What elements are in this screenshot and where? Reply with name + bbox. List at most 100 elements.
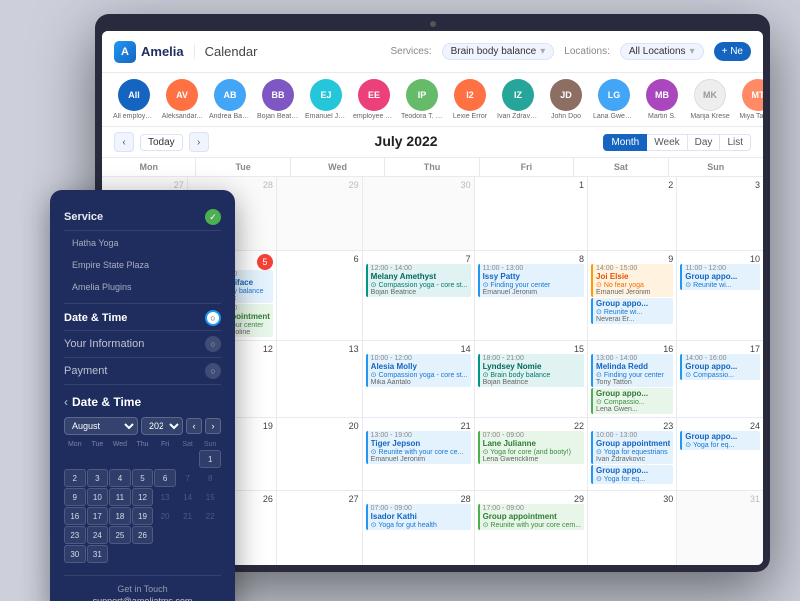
cal-day-26[interactable]: 26 bbox=[132, 526, 154, 544]
cal-cell: 2 bbox=[588, 177, 677, 251]
calendar-month-title: July 2022 bbox=[375, 133, 438, 149]
booking-widget: Service ✓ Hatha Yoga Empire State Plaza … bbox=[50, 190, 235, 601]
cal-day-12[interactable]: 12 bbox=[132, 488, 154, 506]
cal-day-2[interactable]: 2 bbox=[64, 469, 86, 487]
prev-cal-button[interactable]: ‹ bbox=[186, 418, 202, 434]
year-select[interactable]: 2021 bbox=[141, 417, 183, 435]
next-month-button[interactable]: › bbox=[189, 132, 209, 152]
cal-event[interactable]: 18:00 - 21:00 Lyndsey Nomie ⊙ Brain body… bbox=[478, 354, 584, 387]
cal-cell[interactable]: 14 10:00 - 12:00 Alesia Molly ⊙ Compassi… bbox=[363, 341, 475, 418]
new-button[interactable]: + Ne bbox=[714, 42, 751, 61]
employee-item[interactable]: IP Teodora T. Emily Eme bbox=[402, 79, 442, 120]
app-header: A Amelia Calendar Services: Brain body b… bbox=[102, 31, 763, 73]
employee-item[interactable]: MB Martin S. bbox=[642, 79, 682, 120]
employee-item[interactable]: IZ Ivan Zdravk... bbox=[498, 79, 538, 120]
mini-calendar: Mon Tue Wed Thu Fri Sat Sun 1 2 3 bbox=[64, 441, 221, 563]
services-filter[interactable]: Brain body balance ▾ bbox=[442, 43, 555, 60]
cal-day-19[interactable]: 19 bbox=[132, 507, 154, 525]
cal-event[interactable]: 13:00 - 14:00 Melinda Redd ⊙ Finding you… bbox=[591, 354, 673, 387]
cal-day-3[interactable]: 3 bbox=[87, 469, 109, 487]
employee-item[interactable]: AV Aleksandar... bbox=[162, 79, 202, 120]
cal-cell[interactable]: 15 18:00 - 21:00 Lyndsey Nomie ⊙ Brain b… bbox=[475, 341, 588, 418]
cal-day-5[interactable]: 5 bbox=[132, 469, 154, 487]
cal-cell[interactable]: 10 11:00 - 12:00 Group appo... ⊙ Reunite… bbox=[677, 251, 763, 341]
cal-cell[interactable]: 28 07:00 - 09:00 Isador Kathi ⊙ Yoga for… bbox=[363, 491, 475, 565]
employee-item[interactable]: AB Andrea Barber bbox=[210, 79, 250, 120]
employee-row: All All employees AV Aleksandar... AB An… bbox=[102, 73, 763, 127]
cal-day-23[interactable]: 23 bbox=[64, 526, 86, 544]
month-select[interactable]: August bbox=[64, 417, 138, 435]
day-header: Wed bbox=[291, 158, 385, 176]
support-email[interactable]: support@ameliatms.com bbox=[64, 596, 221, 601]
cal-event[interactable]: 14:00 - 15:00 Joi Elsie ⊙ No fear yoga E… bbox=[591, 264, 673, 297]
prev-month-widget-button[interactable]: ‹ bbox=[64, 395, 68, 409]
week-view-button[interactable]: Week bbox=[647, 134, 687, 151]
cal-cell: 6 bbox=[277, 251, 363, 341]
cal-cell[interactable]: 24 Group appo... ⊙ Yoga for eq... bbox=[677, 418, 763, 492]
cal-cell[interactable]: 9 14:00 - 15:00 Joi Elsie ⊙ No fear yoga… bbox=[588, 251, 677, 341]
cal-event[interactable]: Group appo... ⊙ Yoga for eq... bbox=[680, 431, 760, 450]
cal-cell[interactable]: 22 07:00 - 09:00 Lane Julianne ⊙ Yoga fo… bbox=[475, 418, 588, 492]
step-payment[interactable]: Payment ○ bbox=[64, 358, 221, 385]
cal-day-25[interactable]: 25 bbox=[109, 526, 131, 544]
cal-cell[interactable]: 29 17:00 - 09:00 Group appointment ⊙ Reu… bbox=[475, 491, 588, 565]
employee-item[interactable]: EE employee e... bbox=[354, 79, 394, 120]
cal-cell[interactable]: 16 13:00 - 14:00 Melinda Redd ⊙ Finding … bbox=[588, 341, 677, 418]
cal-cell[interactable]: 7 12:00 - 14:00 Melany Amethyst ⊙ Compas… bbox=[363, 251, 475, 341]
employee-item[interactable]: All All employees bbox=[114, 79, 154, 120]
cal-day-16[interactable]: 16 bbox=[64, 507, 86, 525]
cal-event[interactable]: 17:00 - 09:00 Group appointment ⊙ Reunit… bbox=[478, 504, 584, 530]
cal-event[interactable]: 07:00 - 09:00 Isador Kathi ⊙ Yoga for gu… bbox=[366, 504, 471, 530]
month-view-button[interactable]: Month bbox=[603, 134, 647, 151]
cal-day-24[interactable]: 24 bbox=[87, 526, 109, 544]
cal-day-4[interactable]: 4 bbox=[109, 469, 131, 487]
cal-event[interactable]: Group appo... ⊙ Reunite wi... Neverai Er… bbox=[591, 298, 673, 324]
employee-item[interactable]: EJ Emanuel Jer... bbox=[306, 79, 346, 120]
cal-cell[interactable]: 23 10:00 - 13:00 Group appointment ⊙ Yog… bbox=[588, 418, 677, 492]
cal-day-31[interactable]: 31 bbox=[87, 545, 109, 563]
cal-event[interactable]: 07:00 - 09:00 Lane Julianne ⊙ Yoga for c… bbox=[478, 431, 584, 464]
step-amelia-plugins: Amelia Plugins bbox=[64, 275, 221, 304]
step-datetime[interactable]: Date & Time ○ bbox=[64, 304, 221, 331]
cal-event[interactable]: 10:00 - 12:00 Alesia Molly ⊙ Compassion … bbox=[366, 354, 471, 387]
list-view-button[interactable]: List bbox=[720, 134, 751, 151]
employee-item[interactable]: LG Lana Gwem... bbox=[594, 79, 634, 120]
day-header: Mon bbox=[102, 158, 196, 176]
cal-day-6[interactable]: 6 bbox=[154, 469, 176, 487]
cal-event[interactable]: 13:00 - 19:00 Tiger Jepson ⊙ Reunite wit… bbox=[366, 431, 471, 464]
cal-event[interactable]: Group appo... ⊙ Compassio... Lena Gwen..… bbox=[591, 388, 673, 414]
locations-label: Locations: bbox=[564, 46, 610, 57]
cal-event[interactable]: 14:00 - 16:00 Group appo... ⊙ Compassio.… bbox=[680, 354, 760, 380]
cal-event[interactable]: 12:00 - 14:00 Melany Amethyst ⊙ Compassi… bbox=[366, 264, 471, 297]
day-header: Sun bbox=[669, 158, 763, 176]
step-hatha-yoga: Hatha Yoga bbox=[64, 231, 221, 253]
cal-event[interactable]: 11:00 - 13:00 Issy Patty ⊙ Finding your … bbox=[478, 264, 584, 297]
cal-day-9[interactable]: 9 bbox=[64, 488, 86, 506]
cal-event[interactable]: 11:00 - 12:00 Group appo... ⊙ Reunite wi… bbox=[680, 264, 760, 290]
cal-day-1[interactable]: 1 bbox=[199, 450, 221, 468]
employee-item[interactable]: BB Bojan Beatrics bbox=[258, 79, 298, 120]
cal-day-30[interactable]: 30 bbox=[64, 545, 86, 563]
prev-month-button[interactable]: ‹ bbox=[114, 132, 134, 152]
employee-item[interactable]: MK Marija Krese bbox=[690, 79, 730, 120]
cal-cell[interactable]: 17 14:00 - 16:00 Group appo... ⊙ Compass… bbox=[677, 341, 763, 418]
employee-item[interactable]: I2 Lexie Error bbox=[450, 79, 490, 120]
cal-event[interactable]: Group appo... ⊙ Yoga for eq... bbox=[591, 465, 673, 484]
cal-day-11[interactable]: 11 bbox=[109, 488, 131, 506]
widget-day-label: Wed bbox=[109, 441, 131, 448]
cal-cell[interactable]: 21 13:00 - 19:00 Tiger Jepson ⊙ Reunite … bbox=[363, 418, 475, 492]
employee-item[interactable]: JD John Doo bbox=[546, 79, 586, 120]
employee-item[interactable]: MT Miya Tatboy bbox=[738, 79, 763, 120]
step-service[interactable]: Service ✓ bbox=[64, 204, 221, 231]
cal-day-17[interactable]: 17 bbox=[87, 507, 109, 525]
step-your-info[interactable]: Your Information ○ bbox=[64, 331, 221, 358]
day-view-button[interactable]: Day bbox=[688, 134, 721, 151]
next-cal-button[interactable]: › bbox=[205, 418, 221, 434]
day-header: Fri bbox=[480, 158, 574, 176]
cal-day-18[interactable]: 18 bbox=[109, 507, 131, 525]
locations-filter[interactable]: All Locations ▾ bbox=[620, 43, 704, 60]
cal-day-10[interactable]: 10 bbox=[87, 488, 109, 506]
cal-event[interactable]: 10:00 - 13:00 Group appointment ⊙ Yoga f… bbox=[591, 431, 673, 464]
cal-cell[interactable]: 8 11:00 - 13:00 Issy Patty ⊙ Finding you… bbox=[475, 251, 588, 341]
today-button[interactable]: Today bbox=[140, 134, 183, 151]
